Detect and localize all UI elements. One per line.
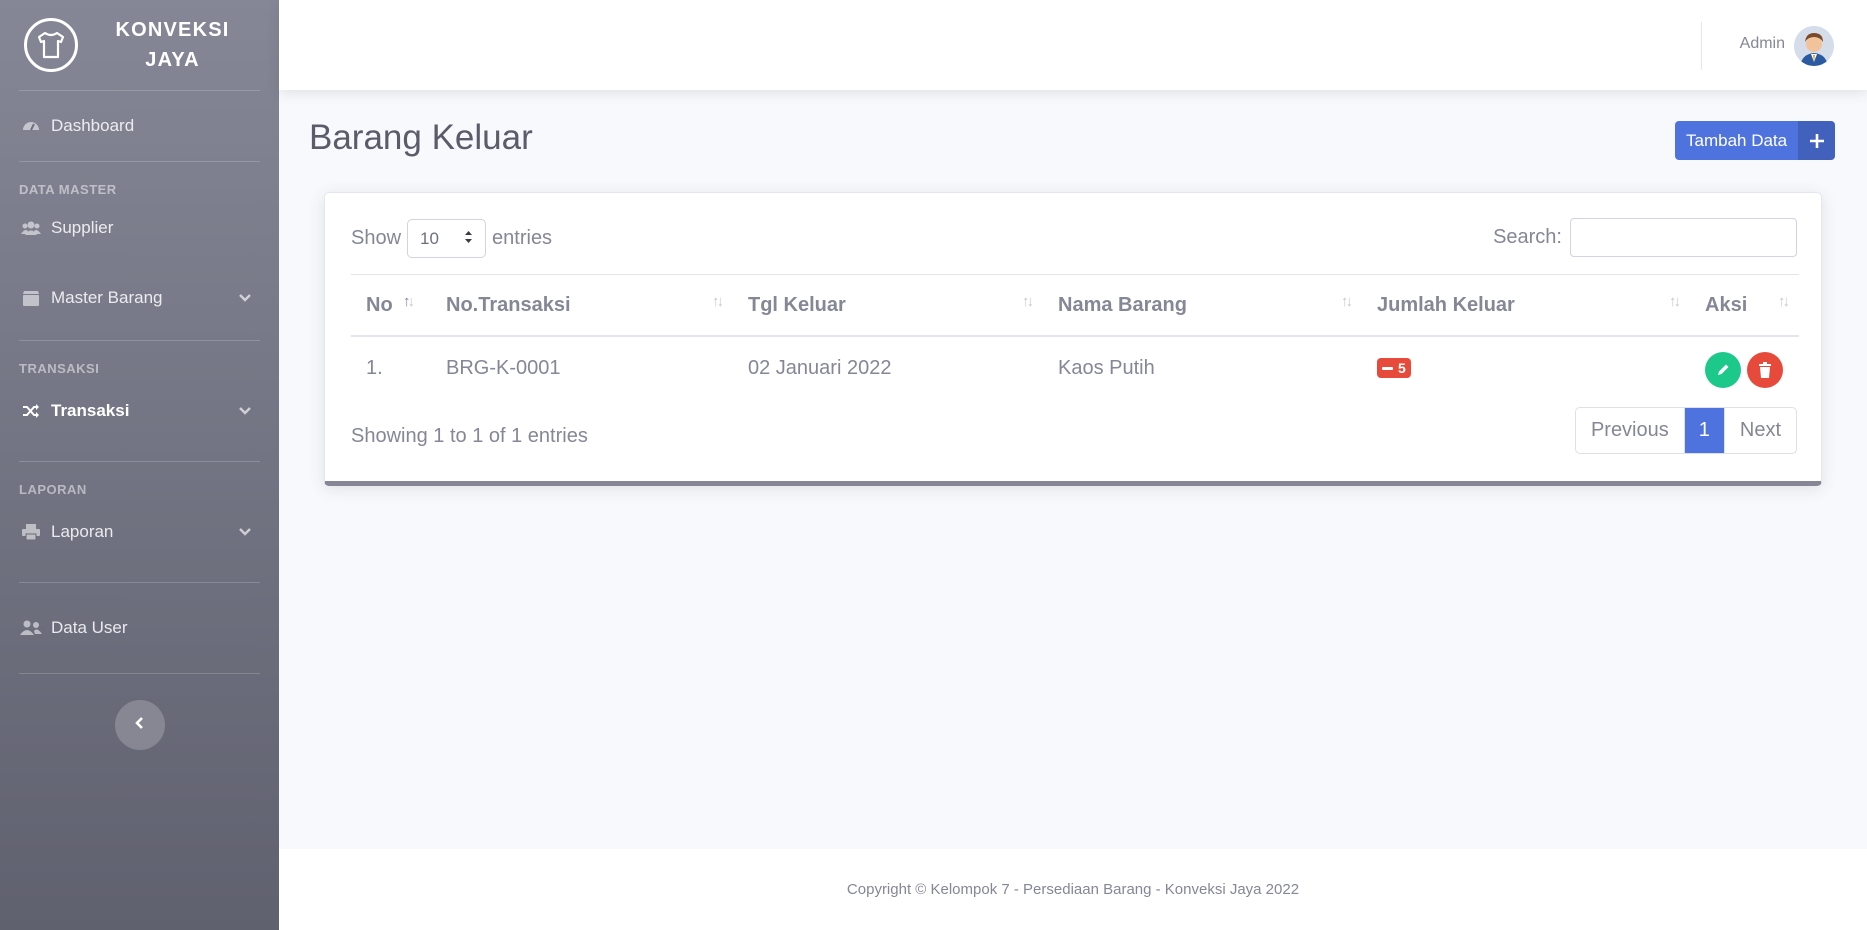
- sort-icon: ↑↓: [1022, 293, 1034, 310]
- sidebar-item-label: Dashboard: [51, 116, 135, 135]
- column-header-aksi[interactable]: Aksi ↑↓: [1690, 275, 1799, 335]
- table-info: Showing 1 to 1 of 1 entries: [351, 425, 588, 447]
- brand-line-2: JAYA: [145, 49, 200, 71]
- sidebar-item-label: Supplier: [51, 218, 114, 237]
- sort-icon: ↑↓: [1341, 293, 1353, 310]
- column-header-label: Aksi: [1705, 293, 1748, 316]
- plus-icon: [1798, 121, 1836, 160]
- pagination-previous[interactable]: Previous: [1576, 408, 1685, 453]
- minus-icon: [1382, 366, 1393, 370]
- column-header-no[interactable]: No ↑↓: [351, 275, 431, 335]
- avatar[interactable]: [1794, 26, 1834, 66]
- sidebar-divider: [19, 673, 260, 674]
- sidebar-heading-data-master: DATA MASTER: [19, 182, 117, 197]
- page-title: Barang Keluar: [309, 118, 533, 157]
- entries-label: entries: [492, 227, 553, 249]
- sidebar-item-label: Laporan: [51, 522, 114, 541]
- table-header-row: No ↑↓ No.Transaksi ↑↓ Tgl Keluar ↑↓ Nama…: [351, 274, 1799, 337]
- sort-ascending-icon: ↑↓: [403, 293, 415, 310]
- column-header-label: No.Transaksi: [446, 293, 571, 316]
- topbar-divider: [1701, 22, 1702, 70]
- random-shuffle-icon: [20, 400, 42, 422]
- add-data-button[interactable]: Tambah Data: [1675, 121, 1836, 160]
- user-name[interactable]: Admin: [1740, 35, 1785, 53]
- column-header-tgl-keluar[interactable]: Tgl Keluar ↑↓: [733, 275, 1043, 335]
- search-label: Search:: [1493, 226, 1562, 248]
- delete-button[interactable]: [1747, 352, 1783, 388]
- users-icon: [20, 217, 42, 239]
- search-control: Search:: [1493, 218, 1797, 257]
- tshirt-logo-icon: [24, 18, 78, 72]
- pagination-next[interactable]: Next: [1725, 408, 1796, 453]
- quantity-out-badge: 5: [1377, 358, 1411, 378]
- cell-no: 1.: [366, 356, 383, 379]
- brand[interactable]: KONVEKSI JAYA: [0, 0, 279, 90]
- edit-button[interactable]: [1705, 352, 1741, 388]
- select-arrows-icon: [464, 229, 473, 249]
- sidebar-item-label: Data User: [51, 618, 128, 637]
- user-friends-icon: [20, 617, 42, 639]
- chevron-down-icon: [237, 524, 253, 540]
- column-header-no-transaksi[interactable]: No.Transaksi ↑↓: [431, 275, 733, 335]
- sidebar-item-dashboard[interactable]: Dashboard: [0, 91, 279, 161]
- cell-nama-barang: Kaos Putih: [1058, 356, 1155, 379]
- sidebar-item-label: Transaksi: [51, 401, 130, 420]
- sidebar-item-laporan[interactable]: Laporan: [0, 500, 279, 564]
- sidebar-toggle-button[interactable]: [114, 700, 165, 750]
- add-data-button-label: Tambah Data: [1686, 130, 1788, 150]
- column-header-jumlah-keluar[interactable]: Jumlah Keluar ↑↓: [1362, 275, 1690, 335]
- sidebar-item-label: Master Barang: [51, 288, 163, 307]
- table-row: 1. BRG-K-0001 02 Januari 2022 Kaos Putih…: [351, 337, 1799, 399]
- pagination: Previous 1 Next: [1574, 407, 1797, 454]
- search-input[interactable]: [1570, 218, 1797, 257]
- cell-aksi: [1690, 348, 1799, 388]
- sort-icon: ↑↓: [1669, 293, 1681, 310]
- show-label: Show: [351, 227, 402, 249]
- topbar: Admin: [279, 0, 1867, 90]
- chevron-down-icon: [237, 403, 253, 419]
- sidebar-heading-laporan: LAPORAN: [19, 482, 87, 497]
- sidebar-item-transaksi[interactable]: Transaksi: [0, 379, 279, 443]
- entries-length-control: Show 10 entries: [351, 219, 552, 258]
- column-header-label: Nama Barang: [1058, 293, 1187, 316]
- sidebar-item-master-barang[interactable]: Master Barang: [0, 256, 279, 340]
- entries-select[interactable]: 10: [407, 219, 487, 258]
- sidebar-item-data-user[interactable]: Data User: [0, 583, 279, 673]
- column-header-label: Jumlah Keluar: [1377, 293, 1515, 316]
- chevron-left-icon: [134, 716, 145, 735]
- brand-name: KONVEKSI JAYA: [86, 15, 279, 75]
- tachometer-icon: [20, 115, 42, 137]
- trash-icon: [1759, 362, 1771, 378]
- chevron-down-icon: [237, 290, 253, 306]
- column-header-label: Tgl Keluar: [748, 293, 846, 316]
- footer: Copyright © Kelompok 7 - Persediaan Bara…: [279, 849, 1867, 930]
- sort-icon: ↑↓: [1778, 293, 1790, 310]
- cell-tgl-keluar: 02 Januari 2022: [748, 356, 892, 379]
- brand-line-1: KONVEKSI: [115, 19, 230, 41]
- sidebar: KONVEKSI JAYA Dashboard DATA MASTER Supp…: [0, 0, 279, 930]
- barang-keluar-table: No ↑↓ No.Transaksi ↑↓ Tgl Keluar ↑↓ Nama…: [351, 274, 1799, 399]
- sort-icon: ↑↓: [712, 293, 724, 310]
- pagination-page-1[interactable]: 1: [1684, 408, 1725, 453]
- column-header-nama-barang[interactable]: Nama Barang ↑↓: [1043, 275, 1362, 335]
- sidebar-item-supplier[interactable]: Supplier: [0, 200, 279, 256]
- data-table-card: Show 10 entries Search: No ↑↓ No.Transak…: [324, 192, 1822, 486]
- column-header-label: No: [366, 293, 393, 316]
- cell-jumlah-keluar: 5: [1362, 358, 1690, 378]
- print-icon: [20, 521, 42, 543]
- quantity-value: 5: [1398, 360, 1406, 376]
- entries-select-value: 10: [420, 228, 439, 248]
- pencil-icon: [1718, 364, 1729, 375]
- cell-no-transaksi: BRG-K-0001: [446, 356, 561, 379]
- sidebar-heading-transaksi: TRANSAKSI: [19, 361, 100, 376]
- box-icon: [20, 287, 42, 309]
- copyright-text: Copyright © Kelompok 7 - Persediaan Bara…: [846, 881, 1300, 898]
